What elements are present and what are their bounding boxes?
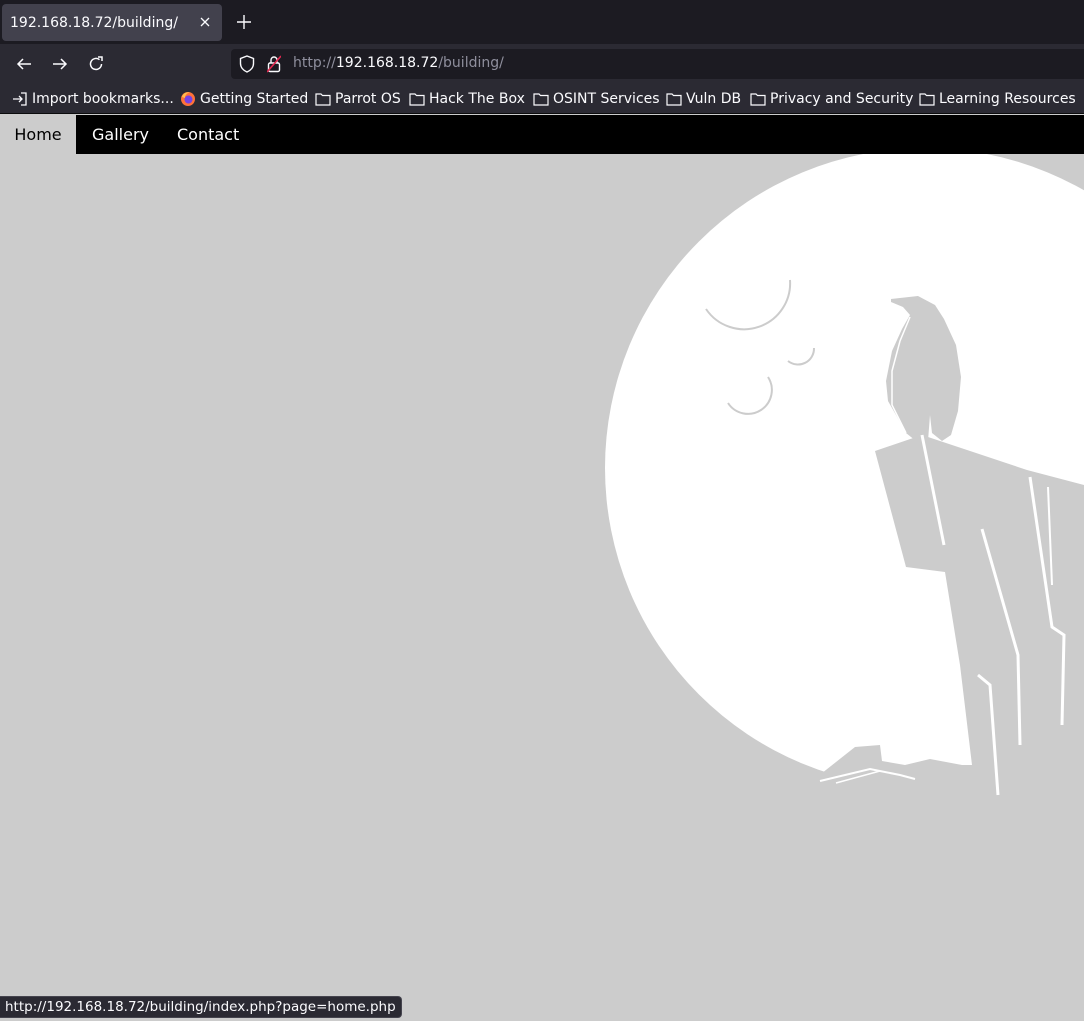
address-bar[interactable]: http://192.168.18.72/building/ (231, 49, 1084, 79)
url-scheme: http:// (293, 55, 336, 71)
browser-tab[interactable]: 192.168.18.72/building/ (2, 4, 222, 41)
bookmark-label: Privacy and Security (770, 91, 914, 107)
back-icon[interactable] (13, 53, 35, 75)
bookmarks-toolbar: Import bookmarks... Getting Started Parr… (0, 84, 1084, 114)
folder-icon (409, 93, 425, 106)
nav-link-home[interactable]: Home (0, 115, 76, 154)
site-navbar: Home Gallery Contact (0, 115, 1084, 154)
url-text: http://192.168.18.72/building/ (293, 55, 504, 71)
firefox-icon (181, 92, 195, 106)
folder-icon (533, 93, 549, 106)
nav-link-contact[interactable]: Contact (161, 115, 255, 154)
url-path: /building/ (438, 55, 504, 71)
bookmark-folder-privacy-and-security[interactable]: Privacy and Security (750, 90, 913, 108)
hero-illustration (605, 148, 1084, 1021)
tab-strip: 192.168.18.72/building/ (0, 0, 1084, 44)
forward-icon[interactable] (49, 53, 71, 75)
bookmark-import[interactable]: Import bookmarks... (12, 90, 174, 108)
folder-icon (666, 93, 682, 106)
bookmark-label: Getting Started (200, 91, 309, 107)
folder-icon (315, 93, 331, 106)
reload-icon[interactable] (85, 53, 107, 75)
navigation-toolbar: http://192.168.18.72/building/ (0, 44, 1084, 84)
insecure-lock-icon[interactable] (266, 55, 282, 77)
tab-title: 192.168.18.72/building/ (10, 14, 178, 31)
bookmark-label: Parrot OS (335, 91, 401, 107)
new-tab-icon[interactable] (234, 12, 254, 32)
page-content: Home Gallery Contact (0, 115, 1084, 1021)
nav-link-gallery[interactable]: Gallery (76, 115, 165, 154)
folder-icon (919, 93, 935, 106)
import-icon (13, 92, 27, 106)
folder-icon (750, 93, 766, 106)
bookmark-label: Learning Resources (939, 91, 1076, 107)
bookmark-folder-hack-the-box[interactable]: Hack The Box (409, 90, 525, 108)
bookmark-label: Vuln DB (686, 91, 742, 107)
bookmark-getting-started[interactable]: Getting Started (180, 90, 308, 108)
bookmark-label: OSINT Services (553, 91, 660, 107)
rocks-silhouette (812, 745, 985, 1021)
bookmark-folder-learning-resources[interactable]: Learning Resources (919, 90, 1076, 108)
close-tab-icon[interactable] (196, 13, 214, 31)
bookmark-folder-osint-services[interactable]: OSINT Services (533, 90, 660, 108)
shield-icon[interactable] (239, 55, 255, 77)
bookmark-folder-parrot-os[interactable]: Parrot OS (315, 90, 401, 108)
bookmark-label: Hack The Box (429, 91, 525, 107)
bookmark-folder-vuln-db[interactable]: Vuln DB (666, 90, 741, 108)
status-bar-url: http://192.168.18.72/building/index.php?… (0, 996, 402, 1018)
url-host: 192.168.18.72 (335, 55, 439, 71)
bookmark-label: Import bookmarks... (32, 91, 174, 107)
